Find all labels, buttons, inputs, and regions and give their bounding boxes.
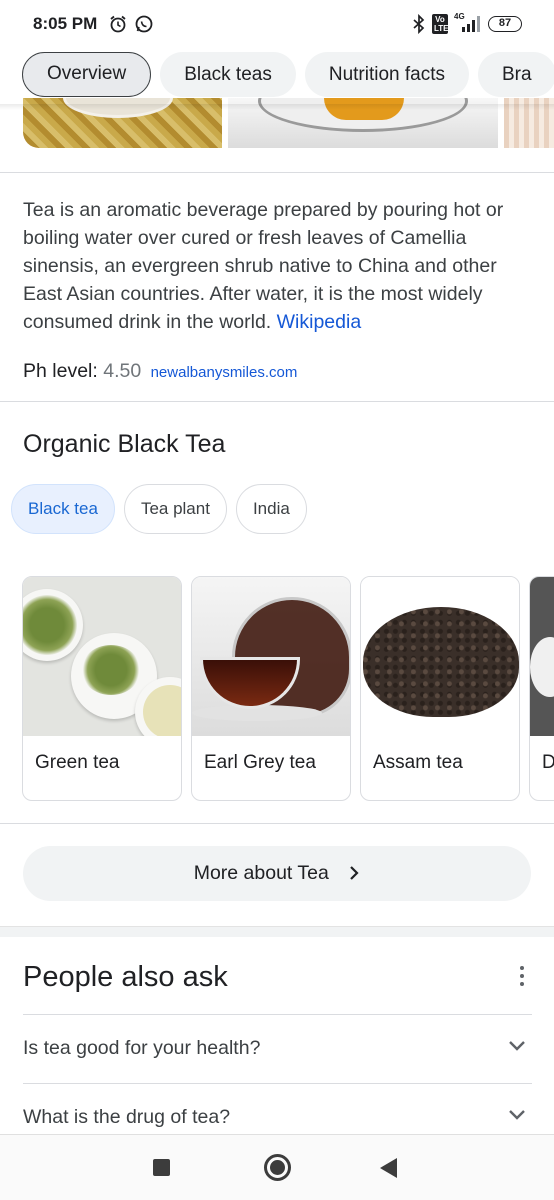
alarm-icon (110, 15, 126, 33)
tea-cards-carousel: Green tea Earl Grey tea Assam tea D (22, 576, 554, 802)
chevron-down-icon (509, 1110, 525, 1120)
status-bar: 8:05 PM Vo LTE 4G 87 (0, 0, 554, 50)
status-time: 8:05 PM (33, 14, 98, 33)
more-about-label: More about Tea (193, 862, 329, 884)
card-assam-tea[interactable]: Assam tea (360, 576, 520, 801)
chevron-right-icon (350, 866, 359, 880)
card-label: Green tea (35, 752, 120, 773)
people-also-ask-title: People also ask (23, 961, 228, 993)
divider (0, 401, 554, 402)
tab-overview[interactable]: Overview (22, 52, 152, 97)
divider (0, 172, 554, 173)
card-label: Assam tea (373, 752, 463, 773)
paa-question-text: Is tea good for your health? (23, 1037, 261, 1059)
filter-chip-tea-plant[interactable]: Tea plant (123, 484, 227, 534)
ph-label: Ph level: (23, 360, 98, 382)
header-shadow (0, 104, 554, 110)
status-system-icons: Vo LTE 4G 87 (412, 12, 522, 34)
more-about-button[interactable]: More about Tea (23, 846, 531, 901)
signal-4g-icon: 4G (454, 12, 482, 34)
bluetooth-icon (413, 14, 425, 34)
paa-question[interactable]: Is tea good for your health? (23, 1015, 532, 1083)
paa-question-text: What is the drug of tea? (23, 1106, 231, 1128)
description: Tea is an aromatic beverage prepared by … (23, 196, 523, 336)
card-green-tea[interactable]: Green tea (22, 576, 182, 801)
ph-value: 4.50 (103, 360, 142, 382)
card-partial[interactable]: D (529, 576, 554, 801)
tab-nutrition-facts[interactable]: Nutrition facts (304, 52, 469, 97)
whatsapp-icon (135, 15, 153, 33)
card-label: D (542, 752, 554, 774)
ph-level-row: Ph level: 4.50 newalbanysmiles.com (23, 360, 297, 383)
filter-chip-black-tea[interactable]: Black tea (11, 484, 115, 534)
earl-grey-tea-image (192, 577, 350, 736)
status-notification-icons (108, 14, 154, 34)
home-icon[interactable] (264, 1154, 291, 1181)
system-nav-bar (0, 1134, 554, 1200)
back-icon[interactable] (380, 1158, 397, 1178)
tab-black-teas[interactable]: Black teas (160, 52, 296, 97)
chevron-down-icon (509, 1041, 525, 1051)
volte-icon: Vo LTE (432, 14, 449, 34)
filter-chips: Black tea Tea plant India (11, 484, 307, 534)
card-label: Earl Grey tea (204, 752, 316, 773)
knowledge-tabs: Overview Black teas Nutrition facts Bra (0, 52, 554, 98)
assam-tea-image (361, 577, 519, 736)
more-vert-icon[interactable] (515, 966, 529, 988)
wikipedia-link[interactable]: Wikipedia (277, 311, 362, 333)
partial-card-image (530, 577, 554, 736)
recents-icon[interactable] (153, 1159, 170, 1176)
tab-brands[interactable]: Bra (478, 52, 554, 97)
filter-chip-india[interactable]: India (235, 484, 307, 534)
card-earl-grey-tea[interactable]: Earl Grey tea (191, 576, 351, 801)
description-text: Tea is an aromatic beverage prepared by … (23, 199, 504, 333)
green-tea-image (23, 577, 181, 736)
section-separator (0, 926, 554, 937)
section-title: Organic Black Tea (23, 430, 226, 458)
battery-indicator: 87 (488, 16, 522, 32)
ph-source-link[interactable]: newalbanysmiles.com (151, 364, 298, 381)
divider (0, 823, 554, 824)
